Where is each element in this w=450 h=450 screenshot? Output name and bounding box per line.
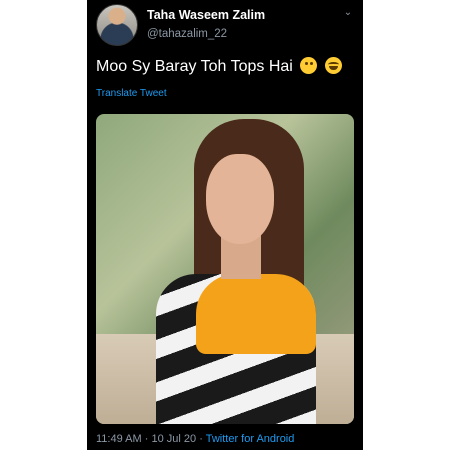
chevron-down-icon[interactable]: ⌄ — [343, 8, 353, 18]
image-shirt-yellow — [196, 274, 316, 354]
translate-tweet-link[interactable]: Translate Tweet — [96, 88, 167, 99]
tweet-image[interactable] — [96, 114, 354, 424]
tweet-text-content: Moo Sy Baray Toh Tops Hai — [96, 58, 293, 75]
tweet-source-link[interactable]: Twitter for Android — [206, 433, 295, 445]
slightly-smiling-face-icon — [300, 57, 318, 74]
tweet-text: Moo Sy Baray Toh Tops Hai — [96, 57, 342, 76]
meta-separator: · — [144, 433, 149, 445]
tweet-time: 11:49 AM — [96, 433, 142, 445]
image-face — [206, 154, 274, 244]
user-handle[interactable]: @tahazalim_22 — [147, 28, 227, 40]
tweet-date: 10 Jul 20 — [151, 433, 197, 445]
avatar[interactable] — [96, 4, 138, 46]
tweet-meta: 11:49 AM · 10 Jul 20 · Twitter for Andro… — [96, 433, 294, 445]
face-with-tears-of-joy-icon — [324, 57, 342, 74]
meta-separator: · — [199, 433, 203, 445]
display-name[interactable]: Taha Waseem Zalim — [147, 8, 265, 22]
tweet-card: Taha Waseem Zalim @tahazalim_22 ⌄ Moo Sy… — [87, 0, 363, 450]
